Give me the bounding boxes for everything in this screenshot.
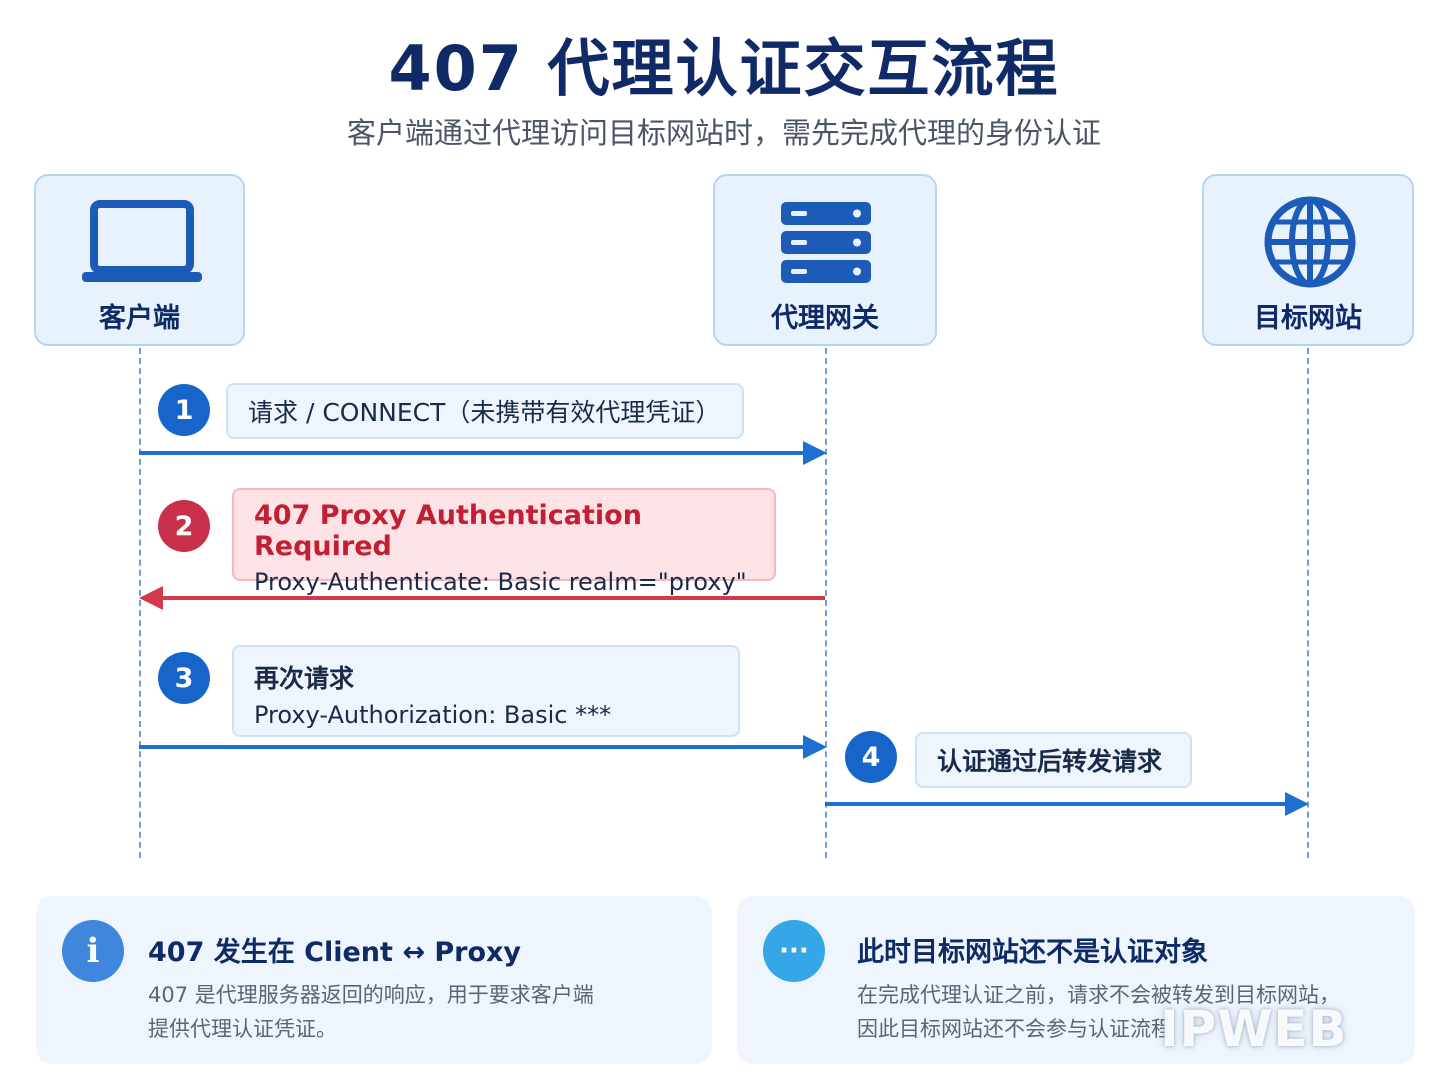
- info-card-proxy-body: 407 是代理服务器返回的响应，用于要求客户端 提供代理认证凭证。: [148, 978, 594, 1046]
- info-card-proxy-title: 407 发生在 Client ↔ Proxy: [148, 937, 522, 968]
- info-card-proxy-body-line2: 提供代理认证凭证。: [148, 1017, 337, 1041]
- actor-client: 客户端: [34, 174, 245, 346]
- step-4-text: 认证通过后转发请求: [937, 747, 1163, 776]
- arrow-proxy-to-target-4: [825, 802, 1285, 806]
- arrow-client-to-proxy-1: [139, 451, 803, 455]
- arrow-head-1: [803, 441, 827, 465]
- step-1-badge: 1: [158, 384, 210, 436]
- step-2-title: 407 Proxy Authentication Required: [254, 500, 642, 562]
- step-1-message: 请求 / CONNECT（未携带有效代理凭证）: [226, 383, 744, 439]
- step-3-title: 再次请求: [254, 664, 355, 693]
- chat-bubble-icon: ···: [763, 920, 825, 982]
- step-3-message: 再次请求 Proxy-Authorization: Basic ***: [232, 645, 740, 737]
- info-card-proxy: i 407 发生在 Client ↔ Proxy 407 是代理服务器返回的响应…: [36, 896, 712, 1064]
- watermark-logo: IPWEB: [1160, 1000, 1348, 1058]
- actor-client-label: 客户端: [99, 303, 180, 334]
- step-1-text: 请求 / CONNECT（未携带有效代理凭证）: [248, 398, 721, 427]
- globe-icon: [1264, 196, 1356, 288]
- actor-target: 目标网站: [1202, 174, 1414, 346]
- lifeline-proxy: [825, 348, 827, 858]
- actor-proxy: 代理网关: [713, 174, 937, 346]
- step-2-detail: Proxy-Authenticate: Basic realm="proxy": [254, 568, 747, 596]
- step-4-message: 认证通过后转发请求: [915, 732, 1192, 788]
- step-3-detail: Proxy-Authorization: Basic ***: [254, 701, 612, 729]
- page-subtitle: 客户端通过代理访问目标网站时，需先完成代理的身份认证: [346, 116, 1101, 150]
- arrow-head-4: [1285, 792, 1309, 816]
- server-icon: [781, 202, 871, 283]
- arrow-head-3: [803, 735, 827, 759]
- arrow-client-to-proxy-3: [139, 745, 803, 749]
- laptop-icon: [82, 200, 202, 282]
- arrow-head-2: [139, 586, 163, 610]
- page-title: 407 代理认证交互流程: [388, 32, 1060, 105]
- actor-proxy-label: 代理网关: [771, 303, 879, 334]
- arrow-proxy-to-client-2: [163, 596, 825, 600]
- info-card-target-title: 此时目标网站还不是认证对象: [857, 937, 1208, 968]
- step-2-message: 407 Proxy Authentication Required Proxy-…: [232, 488, 776, 596]
- info-card-proxy-body-line1: 407 是代理服务器返回的响应，用于要求客户端: [148, 983, 594, 1007]
- actor-target-label: 目标网站: [1254, 303, 1362, 334]
- info-icon: i: [62, 920, 124, 982]
- step-2-badge: 2: [158, 500, 210, 552]
- step-3-badge: 3: [158, 652, 210, 704]
- step-4-badge: 4: [845, 731, 897, 783]
- lifeline-target: [1307, 348, 1309, 858]
